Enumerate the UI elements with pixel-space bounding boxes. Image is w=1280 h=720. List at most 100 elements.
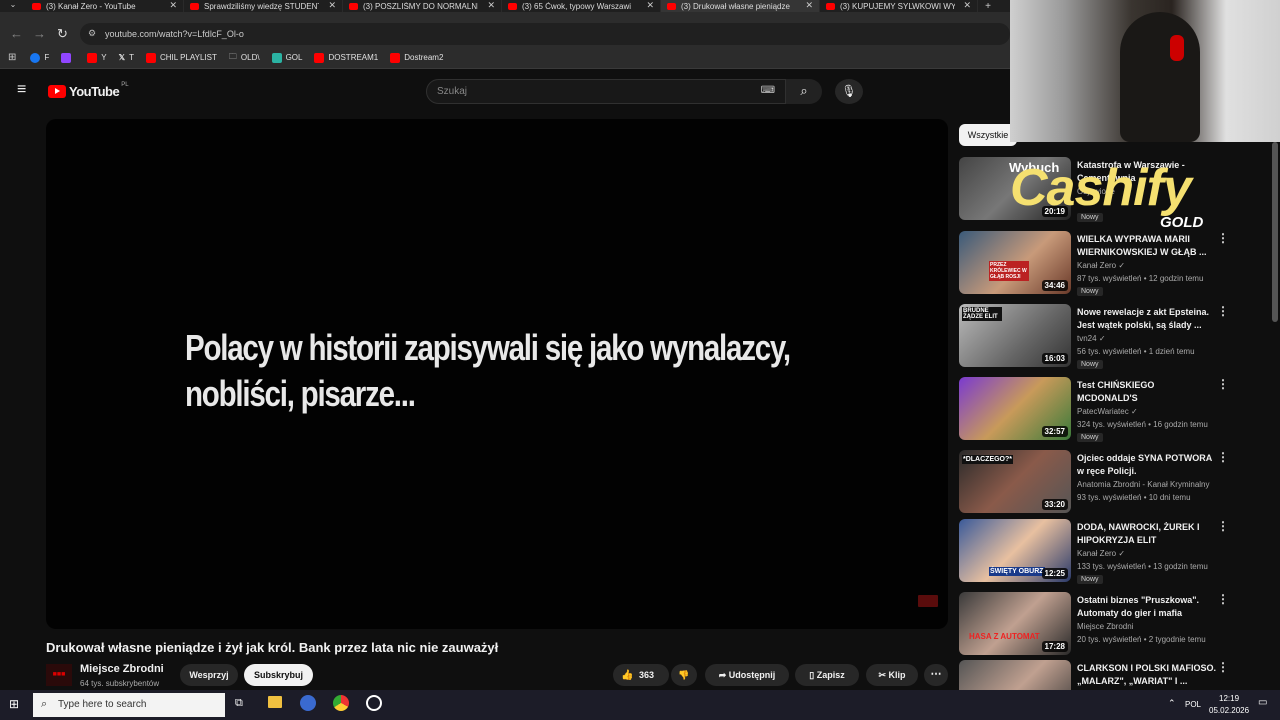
- bookmark-item[interactable]: CHIL PLAYLIST: [145, 52, 217, 63]
- dislike-button[interactable]: 👎: [671, 664, 697, 686]
- new-tab-button[interactable]: +: [978, 1, 998, 12]
- youtube-header: ≡ YouTube PL Szukaj ⌨ ⌕ 🎙: [0, 72, 1010, 112]
- search-icon: ⌕: [41, 698, 48, 710]
- more-options-icon[interactable]: ⋮: [1217, 519, 1229, 533]
- youtube-icon: [314, 52, 325, 63]
- close-icon[interactable]: ✕: [328, 0, 336, 11]
- taskbar-search-input[interactable]: ⌕ Type here to search: [33, 693, 225, 717]
- bookmark-item[interactable]: 𝕏T: [119, 53, 134, 62]
- browser-tab[interactable]: (3) 65 Ćwok, typowy Warszawi ✕: [502, 0, 661, 12]
- bookmark-item[interactable]: Y: [87, 52, 107, 63]
- more-options-icon[interactable]: ⋮: [1217, 304, 1229, 318]
- more-options-icon[interactable]: ⋮: [1217, 231, 1229, 245]
- channel-avatar[interactable]: ■■■: [46, 664, 72, 686]
- back-icon[interactable]: ←: [10, 26, 23, 41]
- thumbs-up-icon: 👍: [621, 670, 634, 681]
- task-view-icon[interactable]: ⧉: [235, 697, 243, 710]
- youtube-favicon-icon: [667, 2, 676, 10]
- verified-icon: ✓: [1130, 407, 1138, 416]
- video-title: Drukował własne pieniądze i żył jak król…: [46, 640, 499, 655]
- youtube-play-icon: [48, 85, 66, 98]
- video-thumbnail[interactable]: BRUDNE ŻĄDZE ELIT 16:03: [959, 304, 1071, 367]
- reload-icon[interactable]: ↻: [57, 26, 68, 42]
- save-button[interactable]: ▯ Zapisz: [795, 664, 859, 686]
- youtube-icon: [145, 52, 156, 63]
- verified-icon: ✓: [1098, 334, 1106, 343]
- file-explorer-icon[interactable]: [268, 696, 282, 708]
- recommendation-item[interactable]: PRZEZ KRÓLEWIEC W GŁĄB ROSJI 34:46 WIELK…: [959, 231, 1229, 301]
- browser-tab[interactable]: (3) KUPUJEMY SYLWKOWI WYP ✕: [820, 0, 978, 12]
- recommendation-item[interactable]: *DLACZEGO?* 33:20 Ojciec oddaje SYNA POT…: [959, 450, 1229, 520]
- youtube-logo[interactable]: YouTube PL: [48, 82, 129, 99]
- browser-tab-active[interactable]: (3) Drukował własne pieniądze ✕: [661, 0, 820, 12]
- voice-search-button[interactable]: 🎙: [835, 79, 863, 104]
- filter-chip-all[interactable]: Wszystkie: [959, 124, 1017, 146]
- video-thumbnail[interactable]: HASA Z AUTOMAT 17:28: [959, 592, 1071, 655]
- microphone-icon: 🎙: [841, 84, 857, 98]
- browser-tab[interactable]: Sprawdziliśmy wiedzę STUDENT ✕: [184, 0, 343, 12]
- youtube-favicon-icon: [190, 2, 199, 10]
- more-options-icon[interactable]: ⋮: [1217, 450, 1229, 464]
- search-input[interactable]: Szukaj ⌨: [426, 79, 786, 104]
- video-thumbnail[interactable]: 32:57: [959, 377, 1071, 440]
- join-button[interactable]: Wesprzyj: [180, 664, 238, 686]
- channel-name[interactable]: Miejsce Zbrodni: [80, 663, 164, 675]
- bookmark-folder[interactable]: 🗀 OLD\: [229, 51, 260, 65]
- close-icon[interactable]: ✕: [487, 0, 495, 11]
- video-thumbnail[interactable]: *DLACZEGO?* 33:20: [959, 450, 1071, 513]
- folder-icon: 🗀: [228, 51, 237, 61]
- like-button[interactable]: 👍 363: [613, 664, 669, 686]
- page-scrollbar[interactable]: [1272, 142, 1278, 322]
- bookmark-item[interactable]: DOSTREAM1: [314, 52, 378, 63]
- bookmark-item[interactable]: F: [30, 52, 49, 63]
- recommendation-item[interactable]: 32:57 Test CHIŃSKIEGO MCDONALD'S PatecWa…: [959, 377, 1229, 447]
- recommendation-item[interactable]: BRUDNE ŻĄDZE ELIT 16:03 Nowe rewelacje z…: [959, 304, 1229, 374]
- apps-grid-icon[interactable]: ⊞: [8, 52, 16, 63]
- browser-tab[interactable]: (3) POSZLIŚMY DO NORMALNI ✕: [343, 0, 502, 12]
- close-icon[interactable]: ✕: [805, 0, 813, 11]
- more-options-icon[interactable]: ⋮: [1217, 660, 1229, 674]
- forward-icon[interactable]: →: [33, 26, 46, 41]
- youtube-favicon-icon: [32, 2, 41, 10]
- video-thumbnail[interactable]: [959, 660, 1071, 690]
- new-badge: Nowy: [1077, 360, 1103, 369]
- chrome-icon[interactable]: [333, 695, 349, 711]
- bookmark-item[interactable]: [61, 52, 75, 63]
- notification-icon[interactable]: ▭: [1258, 697, 1267, 708]
- browser-tab[interactable]: (3) Kanał Zero - YouTube ✕: [26, 0, 184, 12]
- menu-icon[interactable]: ≡: [17, 81, 26, 99]
- recommendation-item[interactable]: HASA Z AUTOMAT 17:28 Ostatni biznes "Pru…: [959, 592, 1229, 662]
- video-thumbnail[interactable]: ŚWIĘTY OBURZ 12:25: [959, 519, 1071, 582]
- site-info-icon[interactable]: ⚙: [88, 28, 96, 39]
- close-icon[interactable]: ✕: [646, 0, 654, 11]
- thumbs-down-icon: 👎: [678, 670, 690, 680]
- search-button[interactable]: ⌕: [786, 79, 822, 104]
- windows-start-icon[interactable]: ⊞: [9, 697, 19, 711]
- more-options-icon[interactable]: ⋮: [1217, 592, 1229, 606]
- clip-button[interactable]: ✂ Klip: [866, 664, 918, 686]
- player-watermark: [918, 595, 938, 607]
- youtube-icon: [390, 52, 401, 63]
- more-options-icon[interactable]: ⋮: [1217, 377, 1229, 391]
- bookmark-item[interactable]: GOL: [271, 52, 302, 63]
- keyboard-icon[interactable]: ⌨: [761, 85, 775, 96]
- bookmark-item[interactable]: Dostream2: [390, 52, 443, 63]
- share-button[interactable]: ➦ Udostępnij: [705, 664, 789, 686]
- browser-tab-strip: ⌄ (3) Kanał Zero - YouTube ✕ Sprawdziliśm…: [0, 0, 1010, 12]
- recommendation-item[interactable]: CLARKSON I POLSKI MAFIOSO. „MALARZ", „WA…: [959, 660, 1229, 690]
- more-actions-button[interactable]: ⋯: [924, 664, 948, 686]
- recommendation-item[interactable]: ŚWIĘTY OBURZ 12:25 DODA, NAWROCKI, ŻUREK…: [959, 519, 1229, 589]
- youtube-favicon-icon: [508, 2, 517, 10]
- x-icon: 𝕏: [118, 53, 126, 62]
- app-icon[interactable]: [300, 695, 316, 711]
- chevron-up-icon[interactable]: ⌃: [1168, 698, 1176, 709]
- app-icon[interactable]: [366, 695, 382, 711]
- close-icon[interactable]: ✕: [169, 0, 177, 11]
- subscribe-button[interactable]: Subskrybuj: [244, 664, 313, 686]
- share-icon: ➦: [718, 670, 727, 680]
- address-bar[interactable]: ⚙ youtube.com/watch?v=LfdlcF_Ol-o: [80, 23, 1010, 45]
- verified-icon: ✓: [1118, 549, 1126, 558]
- close-icon[interactable]: ✕: [963, 0, 971, 11]
- tab-list-button[interactable]: ⌄: [0, 0, 26, 12]
- video-thumbnail[interactable]: PRZEZ KRÓLEWIEC W GŁĄB ROSJI 34:46: [959, 231, 1071, 294]
